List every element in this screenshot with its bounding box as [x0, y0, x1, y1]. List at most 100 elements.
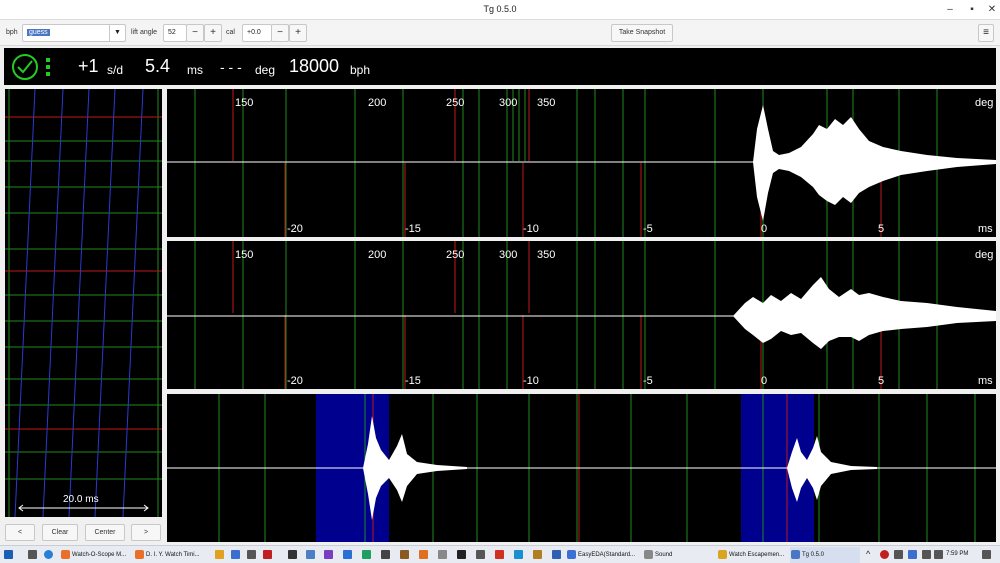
taskbar-app-label: Watch Escapemen... — [729, 552, 785, 558]
bph-combo[interactable]: guess ▼ — [22, 24, 126, 42]
cal-plus-button[interactable]: + — [289, 24, 307, 42]
ms-tick: 0 — [761, 375, 767, 387]
deg-tick: 150 — [235, 97, 253, 109]
close-button[interactable]: ✕ — [984, 2, 1000, 18]
app-icon[interactable] — [438, 550, 447, 559]
speaker-icon — [644, 550, 653, 559]
app-icon[interactable] — [533, 550, 542, 559]
ms-tick: -10 — [523, 223, 539, 235]
app-icon[interactable] — [324, 550, 333, 559]
bph-label: bph — [6, 29, 18, 36]
rate-value: +1 — [78, 56, 99, 76]
app-icon[interactable] — [514, 550, 523, 559]
ms-tick: -10 — [523, 375, 539, 387]
app-icon[interactable] — [381, 550, 390, 559]
paperstrip-panel[interactable]: 20.0 ms — [5, 89, 162, 517]
previous-button[interactable]: < — [5, 524, 35, 541]
lift-plus-button[interactable]: + — [204, 24, 222, 42]
cal-input[interactable]: +0.0 — [242, 24, 272, 42]
cal-value[interactable]: +0.0 — [247, 29, 261, 36]
deg-unit: deg — [975, 249, 993, 261]
cal-minus-button[interactable]: − — [271, 24, 289, 42]
lift-angle-value[interactable]: 52 — [168, 29, 176, 36]
app-icon[interactable] — [362, 550, 371, 559]
cal-label: cal — [226, 29, 235, 36]
status-bar: +1 s/d 5.4 ms - - - deg 18000 bph — [4, 48, 996, 85]
app-icon[interactable] — [288, 550, 297, 559]
app-icon[interactable] — [231, 550, 240, 559]
tg-icon — [791, 550, 800, 559]
ms-tick: 0 — [761, 223, 767, 235]
taskbar-app-watch-o-scope[interactable]: Watch-O-Scope M... — [60, 547, 130, 563]
app-icon[interactable] — [476, 550, 485, 559]
edge-icon[interactable] — [44, 550, 53, 559]
ms-tick: -15 — [405, 375, 421, 387]
ms-tick: 5 — [878, 375, 884, 387]
next-button[interactable]: > — [131, 524, 161, 541]
taskbar-app-sound[interactable]: Sound — [643, 547, 713, 563]
windows-start-icon[interactable] — [4, 550, 13, 559]
center-button[interactable]: Center — [85, 524, 125, 541]
taskbar-app-watch-escapement[interactable]: Watch Escapemen... — [717, 547, 787, 563]
bph-value[interactable]: guess — [27, 29, 50, 36]
chevron-up-icon[interactable]: ^ — [866, 549, 870, 559]
toc-waveform: 150 200 250 300 350 deg -20 -15 -10 -5 0… — [167, 241, 996, 389]
firefox-icon — [61, 550, 70, 559]
taskbar-app-easyeda[interactable]: EasyEDA(Standard... — [566, 547, 638, 563]
lift-minus-button[interactable]: − — [186, 24, 204, 42]
maximize-button[interactable]: ▪ — [964, 2, 980, 18]
title-bar: Tg 0.5.0 – ▪ ✕ — [0, 0, 1000, 20]
beat-error-value: 5.4 — [145, 56, 171, 76]
taskbar: Watch-O-Scope M... D. I. Y. Watch Timi..… — [0, 545, 1000, 563]
network-icon[interactable] — [922, 550, 931, 559]
tic-panel: 150 200 250 300 350 deg -20 -15 -10 -5 0… — [167, 89, 996, 237]
deg-tick: 350 — [537, 97, 555, 109]
notification-icon[interactable] — [982, 550, 991, 559]
tray-icon[interactable] — [908, 550, 917, 559]
amplitude-value: - - - — [220, 59, 242, 75]
toolbar: bph guess ▼ lift angle 52 − + cal +0.0 −… — [0, 20, 1000, 46]
app-icon[interactable] — [343, 550, 352, 559]
app-icon[interactable] — [247, 550, 256, 559]
ms-unit: ms — [978, 223, 993, 235]
taskbar-app-tg[interactable]: Tg 0.5.0 — [790, 547, 860, 563]
clear-button[interactable]: Clear — [42, 524, 78, 541]
app-icon[interactable] — [457, 550, 466, 559]
bph-readout-unit: bph — [350, 63, 371, 77]
menu-icon[interactable]: ≡ — [978, 24, 994, 42]
app-icon[interactable] — [419, 550, 428, 559]
app-icon[interactable] — [400, 550, 409, 559]
clock-time[interactable]: 7:59 PM — [946, 551, 968, 557]
app-icon[interactable] — [552, 550, 561, 559]
lift-angle-label: lift angle — [131, 29, 158, 36]
scale-label: 20.0 ms — [63, 494, 99, 505]
app-icon — [718, 550, 727, 559]
minimize-button[interactable]: – — [942, 2, 958, 18]
signal-waveform — [167, 394, 996, 542]
take-snapshot-button[interactable]: Take Snapshot — [611, 24, 673, 42]
app-icon[interactable] — [263, 550, 272, 559]
taskbar-app-label: Tg 0.5.0 — [802, 552, 825, 558]
app-icon[interactable] — [495, 550, 504, 559]
deg-tick: 300 — [499, 249, 517, 261]
app-icon[interactable] — [215, 550, 224, 559]
tray-icon[interactable] — [880, 550, 889, 559]
tic-waveform: 150 200 250 300 350 deg -20 -15 -10 -5 0… — [167, 89, 996, 237]
volume-icon[interactable] — [934, 550, 943, 559]
deg-tick: 300 — [499, 97, 517, 109]
taskbar-app-label: D. I. Y. Watch Timi... — [146, 552, 200, 558]
window-title: Tg 0.5.0 — [483, 4, 517, 14]
clock-icon — [12, 54, 50, 80]
toc-panel: 150 200 250 300 350 deg -20 -15 -10 -5 0… — [167, 241, 996, 389]
ms-unit: ms — [978, 375, 993, 387]
search-icon[interactable] — [28, 550, 37, 559]
deg-tick: 250 — [446, 97, 464, 109]
app-icon[interactable] — [306, 550, 315, 559]
taskbar-app-diy-watch[interactable]: D. I. Y. Watch Timi... — [134, 547, 208, 563]
lift-angle-input[interactable]: 52 — [163, 24, 187, 42]
tray-icon[interactable] — [894, 550, 903, 559]
chevron-down-icon[interactable]: ▼ — [109, 25, 125, 41]
ms-tick: -15 — [405, 223, 421, 235]
rate-unit: s/d — [107, 63, 124, 77]
taskbar-app-label: Watch-O-Scope M... — [72, 552, 127, 558]
